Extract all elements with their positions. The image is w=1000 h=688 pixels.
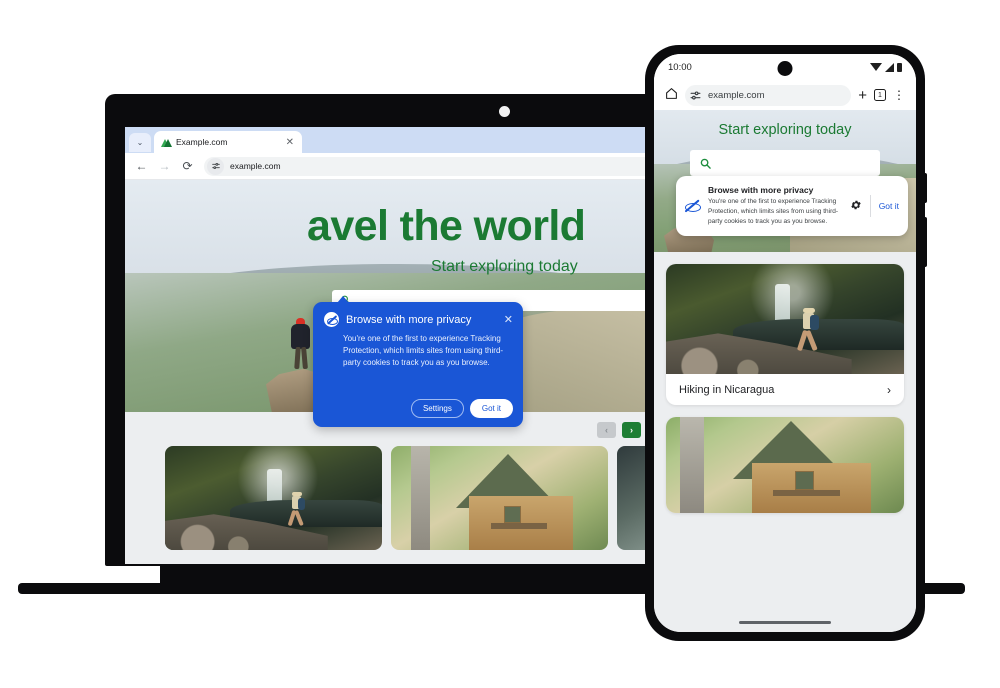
reload-icon[interactable]: ⟳: [181, 159, 194, 173]
chevron-right-icon[interactable]: ›: [887, 383, 891, 397]
carousel-section: ‹ ›: [125, 412, 665, 564]
card-caption-row: Hiking in Nicaragua ›: [666, 374, 904, 405]
status-bar: 10:00: [654, 54, 916, 80]
phone-screen: 10:00 example.com + 1 ⋮ Start exploring …: [654, 54, 916, 632]
carousel-next-button[interactable]: ›: [622, 422, 641, 438]
phone-address-bar[interactable]: example.com: [685, 84, 852, 106]
got-it-button[interactable]: Got it: [469, 399, 513, 418]
phone-browser-toolbar: example.com + 1 ⋮: [654, 80, 916, 110]
tab-title: Example.com: [176, 137, 228, 147]
phone-dialog-title: Browse with more privacy: [708, 185, 814, 195]
dialog-body-text: You're one of the first to experience Tr…: [343, 334, 504, 367]
phone-page-title: Start exploring today: [718, 122, 852, 138]
gear-icon[interactable]: [850, 199, 862, 214]
browser-tab[interactable]: Example.com ✕: [154, 131, 302, 153]
tracking-protection-dialog: Browse with more privacy ✕ You're one of…: [313, 296, 523, 427]
card-caption: Hiking in Nicaragua: [679, 383, 775, 396]
page-subtitle: Start exploring today: [431, 258, 578, 275]
tab-switcher-button[interactable]: 1: [874, 89, 886, 101]
phone-address-bar-url: example.com: [708, 89, 765, 101]
webcam-icon: [499, 106, 510, 117]
front-camera-icon: [777, 61, 793, 76]
carousel-cards: [165, 446, 665, 550]
battery-icon: [897, 62, 902, 72]
phone-page-content: Start exploring today Hiking in Nicaragu…: [654, 110, 916, 632]
gesture-navigation-bar[interactable]: [739, 620, 831, 624]
browser-tab-strip: ⌄ Example.com ✕: [125, 127, 665, 153]
phone-got-it-button[interactable]: Got it: [879, 201, 899, 211]
power-button[interactable]: [924, 173, 927, 203]
hero-hiker-figure: [285, 318, 315, 370]
laptop-hinge: [160, 566, 670, 584]
site-settings-icon[interactable]: [207, 157, 224, 175]
volume-button[interactable]: [924, 217, 927, 267]
address-bar[interactable]: example.com: [204, 156, 655, 176]
divider: [869, 195, 871, 218]
list-item[interactable]: [666, 417, 904, 513]
phone-tracking-protection-dialog: Browse with more privacy You're one of t…: [676, 176, 908, 237]
phone-dialog-text: Browse with more privacy You're one of t…: [708, 185, 842, 227]
forward-icon[interactable]: →: [158, 159, 171, 173]
carousel-card[interactable]: [165, 446, 382, 550]
site-favicon-icon: [161, 138, 172, 147]
overflow-menu-icon[interactable]: ⋮: [893, 88, 905, 102]
close-icon[interactable]: ✕: [504, 313, 513, 326]
carousel-card[interactable]: [391, 446, 608, 550]
phone-site-search-input[interactable]: [690, 150, 880, 176]
dialog-header: Browse with more privacy ✕: [313, 302, 523, 327]
status-icons: [870, 62, 902, 72]
browser-toolbar: ← → ⟳ example.com: [125, 153, 665, 180]
phone-dialog-body-text: You're one of the first to experience Tr…: [708, 198, 839, 226]
search-icon: [700, 158, 711, 169]
screenshot-stage: ⌄ Example.com ✕ ← → ⟳ example.com avel t…: [0, 0, 1000, 688]
carousel-controls: ‹ ›: [597, 422, 641, 438]
settings-button[interactable]: Settings: [410, 399, 464, 418]
signal-icon: [885, 62, 894, 72]
close-icon[interactable]: ✕: [286, 137, 294, 148]
tab-search-chevron-icon[interactable]: ⌄: [129, 133, 151, 152]
wifi-icon: [870, 63, 882, 71]
carousel-prev-button[interactable]: ‹: [597, 422, 616, 438]
card-image: [666, 264, 904, 374]
phone-device: 10:00 example.com + 1 ⋮ Start exploring …: [645, 45, 927, 641]
laptop-screen: ⌄ Example.com ✕ ← → ⟳ example.com avel t…: [125, 127, 665, 564]
back-icon[interactable]: ←: [135, 159, 148, 173]
dialog-title: Browse with more privacy: [346, 313, 472, 326]
dialog-actions: Settings Got it: [410, 399, 513, 418]
eye-slash-icon: [324, 312, 339, 327]
laptop-device: ⌄ Example.com ✕ ← → ⟳ example.com avel t…: [105, 94, 665, 566]
home-icon[interactable]: [665, 87, 678, 103]
page-title: avel the world: [307, 202, 586, 250]
list-item[interactable]: Hiking in Nicaragua ›: [666, 264, 904, 405]
status-clock: 10:00: [668, 61, 692, 73]
address-bar-url: example.com: [230, 161, 281, 171]
card-image: [666, 417, 904, 513]
new-tab-button[interactable]: +: [858, 87, 867, 104]
phone-card-list: Hiking in Nicaragua ›: [654, 252, 916, 513]
site-settings-icon[interactable]: [689, 89, 702, 102]
eye-slash-icon: [684, 198, 701, 214]
